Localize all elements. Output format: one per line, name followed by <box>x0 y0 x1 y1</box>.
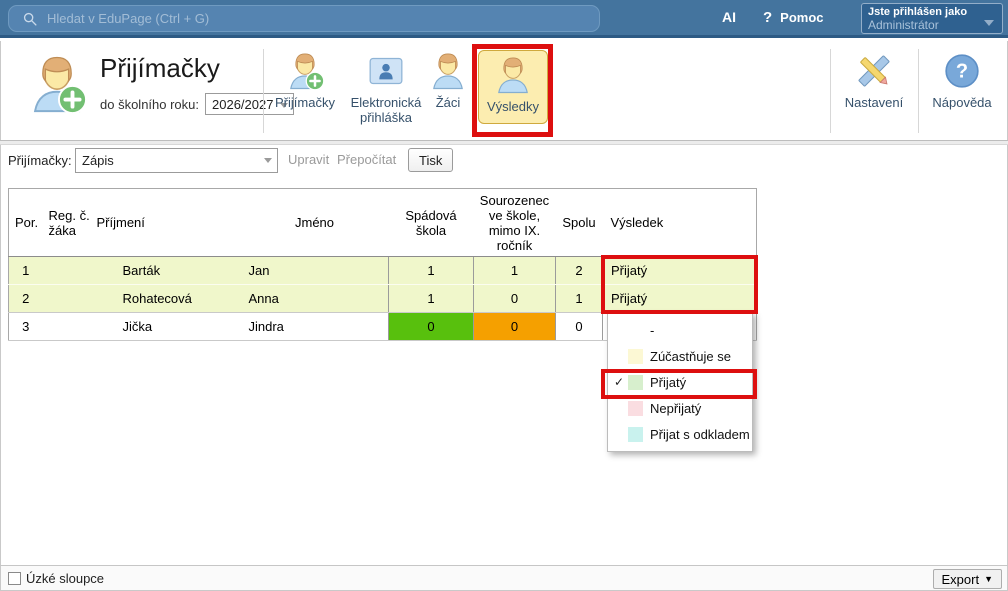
admissions-filter-label: Přijímačky: <box>8 153 72 168</box>
divider <box>830 49 831 133</box>
login-role: Administrátor <box>868 19 996 32</box>
narrow-columns-checkbox[interactable] <box>8 572 21 585</box>
result-cell[interactable]: Přijatý <box>603 285 757 313</box>
dropdown-item-prijaty[interactable]: ✓ Přijatý <box>608 369 752 395</box>
color-swatch <box>628 323 643 338</box>
color-swatch <box>628 401 643 416</box>
table-row[interactable]: 2 Rohatecová Anna 1 0 1 Přijatý <box>9 285 757 313</box>
main-content: Přijímačky: Zápis Upravit Přepočítat Tis… <box>0 145 1008 565</box>
check-icon: ✓ <box>614 375 628 389</box>
color-swatch <box>628 427 643 442</box>
person-icon <box>493 55 533 95</box>
year-label: do školního roku: <box>100 97 199 112</box>
dropdown-item-zucastnuje[interactable]: Zúčastňuje se <box>608 343 752 369</box>
divider <box>263 49 264 133</box>
export-button[interactable]: Export ▼ <box>933 569 1003 589</box>
user-menu[interactable]: Jste přihlášen jako Administrátor <box>861 3 1003 34</box>
result-cell[interactable]: Přijatý <box>603 257 757 285</box>
recalculate-link[interactable]: Přepočítat <box>337 152 396 167</box>
status-dropdown: - Zúčastňuje se ✓ Přijatý Nepřijatý Přij… <box>607 312 753 452</box>
admissions-select[interactable]: Zápis <box>75 148 278 173</box>
status-cell-green: 0 <box>389 313 474 341</box>
toolbar-zaci-button[interactable]: Žáci <box>416 49 480 110</box>
person-add-icon <box>285 51 325 91</box>
narrow-columns-label: Úzké sloupce <box>26 571 104 586</box>
question-circle-icon <box>942 51 982 91</box>
help-button[interactable]: ? Pomoc <box>763 0 824 35</box>
person-icon <box>428 51 468 91</box>
settings-button[interactable]: Nastavení <box>838 49 910 110</box>
search-input[interactable]: Hledat v EduPage (Ctrl + G) <box>8 5 600 32</box>
toolbar-prijimacky-button[interactable]: Přijímačky <box>269 49 341 110</box>
edit-link[interactable]: Upravit <box>288 152 329 167</box>
page-title: Přijímačky <box>100 53 220 84</box>
eapplication-icon <box>366 51 406 91</box>
napoveda-button[interactable]: Nápověda <box>926 49 998 110</box>
toolbar-vysledky-button[interactable]: Výsledky <box>478 50 548 124</box>
caret-down-icon <box>984 20 994 26</box>
ai-button[interactable]: AI <box>722 0 736 35</box>
color-swatch <box>628 349 643 364</box>
col-jmeno[interactable]: Jméno <box>241 189 389 257</box>
admissions-module-icon <box>26 53 88 115</box>
question-icon: ? <box>763 0 772 35</box>
color-swatch <box>628 375 643 390</box>
caret-down-icon <box>264 158 272 163</box>
top-bar: Hledat v EduPage (Ctrl + G) AI ? Pomoc J… <box>0 0 1008 38</box>
search-placeholder: Hledat v EduPage (Ctrl + G) <box>47 11 209 26</box>
dropdown-item-none[interactable]: - <box>608 317 752 343</box>
table-row[interactable]: 1 Barták Jan 1 1 2 Přijatý <box>9 257 757 285</box>
divider <box>918 49 919 133</box>
narrow-columns-toggle[interactable]: Úzké sloupce <box>8 571 104 586</box>
ruler-pencil-icon <box>854 51 894 91</box>
search-icon <box>21 10 39 28</box>
dropdown-item-neprijaty[interactable]: Nepřijatý <box>608 395 752 421</box>
col-spadova[interactable]: Spádová škola <box>389 189 474 257</box>
col-prijmeni[interactable]: Příjmení <box>91 189 241 257</box>
col-vysledek[interactable]: Výsledek <box>603 189 757 257</box>
col-reg[interactable]: Reg. č. žáka <box>43 189 91 257</box>
col-spolu[interactable]: Spolu <box>556 189 603 257</box>
dropdown-item-odklad[interactable]: Přijat s odkladem <box>608 421 752 447</box>
print-button[interactable]: Tisk <box>408 148 453 172</box>
footer-bar: Úzké sloupce Export ▼ <box>0 565 1008 591</box>
help-label: Pomoc <box>780 0 823 35</box>
status-cell-orange: 0 <box>474 313 556 341</box>
col-por[interactable]: Por. <box>9 189 43 257</box>
edupage-window: ? Hledat v EduPage (Ctrl + G) AI ? Pomoc… <box>0 0 1008 591</box>
col-sourozenec[interactable]: Sourozenec ve škole, mimo IX. ročník <box>474 189 556 257</box>
table-header-row: Por. Reg. č. žáka Příjmení Jméno Spádová… <box>9 189 757 257</box>
caret-down-icon: ▼ <box>984 574 993 584</box>
module-header: Přijímačky do školního roku: 2026/2027 P… <box>0 41 1008 140</box>
